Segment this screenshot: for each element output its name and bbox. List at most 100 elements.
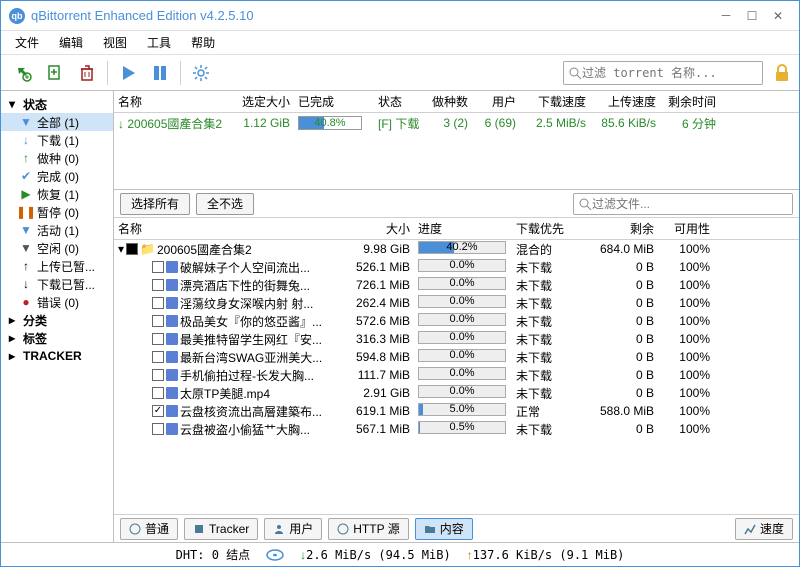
sidebar-item[interactable]: ▼活动 (1) (1, 221, 113, 239)
tab-speed[interactable]: 速度 (735, 518, 793, 540)
search-icon (578, 197, 592, 211)
dht-status: DHT: 0 结点 (176, 546, 251, 563)
checkbox[interactable] (152, 405, 164, 417)
filter-torrents-input[interactable] (563, 61, 763, 85)
sidebar-section-tracker[interactable]: ▸TRACKER (1, 347, 113, 365)
ul-status: ↑137.6 KiB/s (9.1 MiB) (467, 548, 625, 562)
sidebar-item[interactable]: ↑上传已暂... (1, 257, 113, 275)
checkbox[interactable] (126, 243, 138, 255)
file-row[interactable]: 最美推特留学生网红『安...316.3 MiB0.0%未下载0 B100% (114, 330, 799, 348)
file-row[interactable]: 漂亮酒店下性的街舞兔...726.1 MiB0.0%未下载0 B100% (114, 276, 799, 294)
statusbar: DHT: 0 结点 ↓2.6 MiB/s (94.5 MiB) ↑137.6 K… (1, 542, 799, 566)
torrent-list: 名称 选定大小 已完成 状态 做种数 用户 下载速度 上传速度 剩余时间 ↓ 2… (114, 91, 799, 190)
lock-icon[interactable] (773, 64, 791, 82)
col-seeds[interactable]: 做种数 (426, 93, 472, 110)
col-dl[interactable]: 下载速度 (520, 93, 590, 110)
checkbox[interactable] (152, 315, 164, 327)
folder-icon: 📁 (140, 242, 155, 256)
file-row[interactable]: 极品美女『你的悠亞酱』...572.6 MiB0.0%未下载0 B100% (114, 312, 799, 330)
tab-content[interactable]: 内容 (415, 518, 473, 540)
sidebar: ▾状态 ▼全部 (1)↓下载 (1)↑做种 (0)✔完成 (0)▶恢复 (1)❚… (1, 91, 114, 542)
menu-view[interactable]: 视图 (97, 32, 133, 53)
select-none-button[interactable]: 全不选 (196, 193, 254, 215)
sidebar-item[interactable]: ↑做种 (0) (1, 149, 113, 167)
menu-tools[interactable]: 工具 (141, 32, 177, 53)
search-icon (568, 66, 582, 80)
sidebar-item[interactable]: ↓下载已暂... (1, 275, 113, 293)
file-row[interactable]: 太原TP美腿.mp42.91 GiB0.0%未下载0 B100% (114, 384, 799, 402)
fcol-prog[interactable]: 进度 (414, 220, 512, 237)
sidebar-section-tags[interactable]: ▸标签 (1, 329, 113, 347)
fcol-name[interactable]: 名称 (114, 220, 336, 237)
file-row[interactable]: 云盘核资流出高層建築布...619.1 MiB5.0%正常588.0 MiB10… (114, 402, 799, 420)
menu-edit[interactable]: 编辑 (53, 32, 89, 53)
tab-general[interactable]: 普通 (120, 518, 178, 540)
torrent-row[interactable]: ↓ 200605國產合集2 1.12 GiB 40.8% [F] 下载 3 (2… (114, 113, 799, 133)
file-row[interactable]: 最新台湾SWAG亚洲美大...594.8 MiB0.0%未下载0 B100% (114, 348, 799, 366)
col-size[interactable]: 选定大小 (234, 93, 294, 110)
sidebar-item[interactable]: ▼全部 (1) (1, 113, 113, 131)
sidebar-item[interactable]: ▼空闲 (0) (1, 239, 113, 257)
resume-button[interactable] (114, 59, 142, 87)
file-row[interactable]: 破解妹子个人空间流出...526.1 MiB0.0%未下载0 B100% (114, 258, 799, 276)
sidebar-item[interactable]: ●错误 (0) (1, 293, 113, 311)
filter-files-input[interactable] (573, 193, 793, 215)
sidebar-item[interactable]: ❚❚暂停 (0) (1, 203, 113, 221)
menubar: 文件 编辑 视图 工具 帮助 (1, 31, 799, 55)
fcol-rem[interactable]: 剩余 (580, 220, 658, 237)
checkbox[interactable] (152, 333, 164, 345)
folder-row[interactable]: ▾📁200605國產合集2 9.98 GiB 40.2% 混合的 684.0 M… (114, 240, 799, 258)
fcol-size[interactable]: 大小 (336, 220, 414, 237)
chart-icon (744, 523, 756, 535)
checkbox[interactable] (152, 387, 164, 399)
col-done[interactable]: 已完成 (294, 93, 374, 110)
col-name[interactable]: 名称 (114, 93, 234, 110)
sidebar-item[interactable]: ▶恢复 (1) (1, 185, 113, 203)
http-icon (337, 523, 349, 535)
file-icon (166, 369, 178, 381)
peers-icon (273, 523, 285, 535)
minimize-button[interactable]: － (713, 6, 739, 26)
file-row[interactable]: 云盘被盗小偷猛艹大胸...567.1 MiB0.5%未下载0 B100% (114, 420, 799, 438)
add-file-button[interactable] (41, 59, 69, 87)
checkbox[interactable] (152, 351, 164, 363)
menu-file[interactable]: 文件 (9, 32, 45, 53)
sidebar-item[interactable]: ↓下载 (1) (1, 131, 113, 149)
close-button[interactable]: ✕ (765, 6, 791, 26)
col-eta[interactable]: 剩余时间 (660, 93, 720, 110)
dl-status: ↓2.6 MiB/s (94.5 MiB) (300, 548, 451, 562)
fcol-avail[interactable]: 可用性 (658, 220, 714, 237)
file-icon (166, 333, 178, 345)
col-ul[interactable]: 上传速度 (590, 93, 660, 110)
tab-http[interactable]: HTTP 源 (328, 518, 408, 540)
tab-peers[interactable]: 用户 (264, 518, 322, 540)
file-icon (166, 405, 178, 417)
menu-help[interactable]: 帮助 (185, 32, 221, 53)
select-all-button[interactable]: 选择所有 (120, 193, 190, 215)
app-icon: qb (9, 8, 25, 24)
checkbox[interactable] (152, 369, 164, 381)
maximize-button[interactable]: ☐ (739, 6, 765, 26)
sidebar-item[interactable]: ✔完成 (0) (1, 167, 113, 185)
add-link-button[interactable] (9, 59, 37, 87)
checkbox[interactable] (152, 423, 164, 435)
pause-button[interactable] (146, 59, 174, 87)
filter-torrents-field[interactable] (582, 66, 758, 80)
checkbox[interactable] (152, 279, 164, 291)
delete-button[interactable] (73, 59, 101, 87)
filter-files-field[interactable] (592, 197, 788, 211)
file-row[interactable]: 淫蕩纹身女深喉内射 射...262.4 MiB0.0%未下载0 B100% (114, 294, 799, 312)
tab-tracker[interactable]: Tracker (184, 518, 258, 540)
settings-button[interactable] (187, 59, 215, 87)
downloading-icon: ↓ (118, 117, 124, 131)
tracker-icon (193, 523, 205, 535)
col-peers[interactable]: 用户 (472, 93, 520, 110)
fcol-prio[interactable]: 下载优先 (512, 220, 580, 237)
sidebar-section-category[interactable]: ▸分类 (1, 311, 113, 329)
sidebar-section-status[interactable]: ▾状态 (1, 95, 113, 113)
file-icon (166, 279, 178, 291)
file-row[interactable]: 手机偷拍过程-长发大胸...111.7 MiB0.0%未下载0 B100% (114, 366, 799, 384)
checkbox[interactable] (152, 297, 164, 309)
col-status[interactable]: 状态 (374, 93, 426, 110)
checkbox[interactable] (152, 261, 164, 273)
